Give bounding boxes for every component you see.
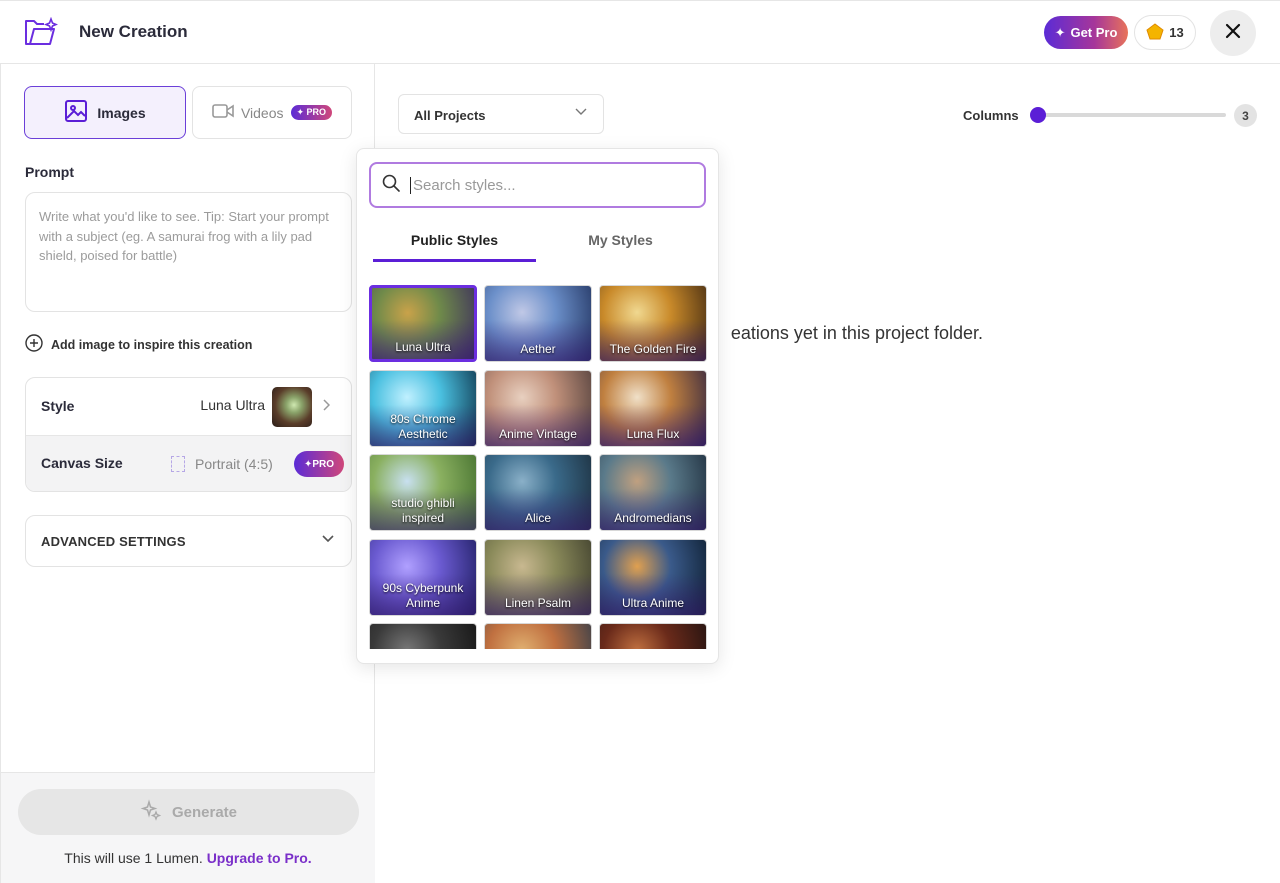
- columns-value: 3: [1234, 104, 1257, 127]
- style-tile-label: Luna Flux: [626, 426, 680, 441]
- style-tile-label: 90s Cyberpunk Anime: [382, 580, 464, 610]
- chevron-down-icon: [575, 107, 587, 119]
- search-icon: [382, 174, 400, 197]
- columns-slider-track[interactable]: [1038, 113, 1226, 117]
- style-tile[interactable]: Andromedians: [599, 454, 707, 531]
- get-pro-label: Get Pro: [1070, 25, 1118, 40]
- canvas-size-row[interactable]: Canvas Size Portrait (4:5) ✦ PRO: [26, 435, 351, 491]
- tab-public-styles[interactable]: Public Styles: [373, 232, 536, 248]
- style-tile-label: 80s Chrome Aesthetic: [390, 411, 456, 441]
- generate-button[interactable]: Generate: [18, 789, 359, 835]
- style-tile-label: Andromedians: [614, 511, 692, 525]
- columns-slider-thumb[interactable]: [1030, 107, 1046, 123]
- style-tile[interactable]: Luna Flux: [599, 369, 707, 447]
- sparkle-icon: ✦: [1054, 24, 1066, 40]
- style-search-input[interactable]: [410, 176, 680, 194]
- style-grid: Luna Ultra Aether The Golden Fire 80s Chrom…: [369, 285, 709, 649]
- style-picker-dropdown: Public Styles My Styles Luna Ultra Aether…: [356, 148, 719, 664]
- lumen-count: 13: [1169, 25, 1184, 40]
- style-tile[interactable]: [369, 623, 477, 649]
- add-image-label: Add image to inspire this creation: [51, 337, 253, 352]
- image-icon: [64, 99, 88, 126]
- portrait-frame-icon: [171, 456, 185, 472]
- get-pro-button[interactable]: ✦ Get Pro: [1044, 16, 1128, 49]
- add-image-button[interactable]: Add image to inspire this creation: [25, 334, 252, 355]
- style-tile-label: Linen Psalm: [504, 595, 572, 610]
- style-value: Luna Ultra: [200, 397, 265, 413]
- lumen-gem-icon: [1146, 22, 1164, 43]
- style-tile-label: Alice: [524, 511, 551, 525]
- video-icon: [212, 103, 234, 122]
- page-title: New Creation: [79, 22, 188, 41]
- style-tile[interactable]: [484, 623, 592, 649]
- tile-overlay: [600, 624, 706, 649]
- style-tile[interactable]: 90s Cyberpunk Anime: [369, 538, 477, 616]
- prompt-placeholder: Write what you'd like to see. Tip: Start…: [39, 209, 329, 263]
- style-tile-label: Ultra Anime: [621, 595, 685, 610]
- style-settings-card: Style Luna Ultra Canvas Size Portrait (4…: [25, 377, 352, 492]
- tab-videos[interactable]: Videos ✦ PRO: [192, 86, 352, 139]
- style-tile[interactable]: Ultra Anime: [599, 538, 707, 616]
- folder-sparkle-icon: [24, 16, 59, 47]
- style-tile[interactable]: Luna Ultra: [369, 285, 477, 362]
- style-tile-label: Aether: [520, 342, 556, 356]
- lumen-balance[interactable]: 13: [1134, 15, 1196, 50]
- sparkles-icon: [140, 799, 162, 825]
- style-tile-label: Luna Ultra: [395, 340, 451, 354]
- advanced-settings-toggle[interactable]: ADVANCED SETTINGS: [25, 515, 352, 567]
- chevron-right-icon: [322, 398, 331, 414]
- project-select-value: All Projects: [414, 108, 486, 123]
- pro-badge: ✦ PRO: [290, 105, 333, 120]
- columns-label: Columns: [963, 108, 1019, 123]
- style-tile-label: Anime Vintage: [499, 426, 577, 441]
- style-label: Style: [41, 398, 75, 414]
- style-tile[interactable]: studio ghibli inspired: [369, 454, 477, 531]
- style-tile-label: studio ghibli inspired: [391, 496, 455, 525]
- canvas-size-text: Portrait (4:5): [195, 456, 273, 472]
- tile-overlay: [485, 624, 591, 649]
- canvas-size-value: Portrait (4:5): [171, 456, 273, 472]
- tile-overlay: [370, 624, 476, 649]
- style-tile[interactable]: Linen Psalm: [484, 538, 592, 616]
- plus-circle-icon: [25, 334, 43, 355]
- cost-text: This will use 1 Lumen.: [64, 850, 203, 866]
- close-button[interactable]: [1210, 10, 1256, 56]
- style-tile[interactable]: 80s Chrome Aesthetic: [369, 369, 477, 447]
- tab-videos-label: Videos: [240, 104, 284, 121]
- style-tile-label: The Golden Fire: [609, 342, 697, 356]
- canvas-pro-badge[interactable]: ✦ PRO: [294, 451, 344, 477]
- project-select[interactable]: All Projects: [398, 94, 604, 134]
- close-icon: [1225, 23, 1241, 44]
- active-tab-indicator: [373, 259, 536, 262]
- style-tile[interactable]: The Golden Fire: [599, 285, 707, 362]
- upgrade-link[interactable]: Upgrade to Pro.: [207, 850, 312, 866]
- generate-footer: Generate This will use 1 Lumen. Upgrade …: [1, 772, 375, 883]
- chevron-down-icon: [322, 532, 334, 546]
- style-tile[interactable]: Alice: [484, 454, 592, 531]
- tab-my-styles[interactable]: My Styles: [539, 232, 702, 248]
- prompt-label: Prompt: [25, 164, 74, 180]
- style-tile[interactable]: Aether: [484, 285, 592, 362]
- generate-label: Generate: [171, 803, 238, 821]
- tab-images-label: Images: [97, 104, 146, 121]
- cost-notice: This will use 1 Lumen. Upgrade to Pro.: [1, 850, 375, 866]
- style-search-box[interactable]: [369, 162, 706, 208]
- style-thumbnail: [272, 387, 312, 427]
- top-bar: New Creation ✦ Get Pro 13: [0, 0, 1280, 64]
- style-row[interactable]: Style Luna Ultra: [26, 378, 351, 435]
- tab-images[interactable]: Images: [24, 86, 186, 139]
- style-tile[interactable]: Anime Vintage: [484, 369, 592, 447]
- style-tile[interactable]: [599, 623, 707, 649]
- canvas-size-label: Canvas Size: [41, 455, 123, 471]
- advanced-settings-label: ADVANCED SETTINGS: [41, 534, 186, 549]
- creation-sidebar: Images Videos ✦ PRO Prompt Write what yo…: [0, 64, 375, 883]
